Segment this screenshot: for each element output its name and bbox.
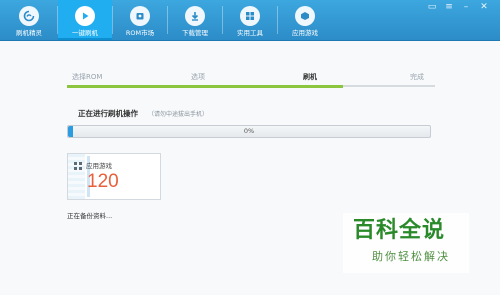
- progress-percent: 0%: [243, 127, 255, 135]
- card-title: 应用游戏: [86, 162, 112, 170]
- tools-grid-icon: [240, 6, 260, 26]
- toolbar-item-utilities[interactable]: 实用工具: [223, 0, 277, 40]
- operation-hint: （请勿中途拔出手机）: [148, 111, 209, 118]
- step-flash: 刷机: [303, 73, 317, 81]
- swirl-logo-icon: [19, 6, 39, 26]
- step-options: 选项: [191, 73, 205, 81]
- watermark-subtitle: 助你轻松解决: [372, 250, 450, 263]
- toolbar-item-brand[interactable]: 刷机精灵: [2, 0, 56, 40]
- store-icon: [130, 6, 150, 26]
- play-icon: [75, 6, 95, 26]
- toolbar-item-apps-games[interactable]: 应用游戏: [278, 0, 332, 40]
- toolbar-item-one-click-flash[interactable]: 一键刷机: [58, 0, 112, 40]
- status-text: 正在备份资料...: [67, 212, 113, 220]
- minimize-icon[interactable]: –: [460, 2, 472, 12]
- download-icon: [185, 6, 205, 26]
- toolbar-item-label: 一键刷机: [72, 29, 98, 37]
- toolbar-item-label: 刷机精灵: [16, 29, 42, 37]
- card-count: 120: [87, 171, 119, 192]
- operation-title: 正在进行刷机操作: [78, 109, 138, 118]
- step-progress-fill: [67, 85, 343, 88]
- grid-icon: [74, 162, 82, 170]
- menu-icon[interactable]: ≡: [443, 2, 455, 12]
- top-toolbar: 刷机精灵 一键刷机 ROM市场 下载管理 实用工具 应用游戏 ▭ ≡ – ✕: [0, 0, 500, 41]
- step-select-rom: 选择ROM: [72, 73, 103, 81]
- step-track: [67, 85, 435, 88]
- toolbar-item-label: 实用工具: [237, 29, 263, 37]
- step-done: 完成: [410, 73, 424, 81]
- toolbar-item-label: 应用游戏: [292, 29, 318, 37]
- app-icon: [295, 6, 315, 26]
- chat-icon[interactable]: ▭: [426, 2, 438, 12]
- toolbar-item-label: 下载管理: [182, 29, 208, 37]
- toolbar-item-rom-market[interactable]: ROM市场: [113, 0, 167, 40]
- card-strip: [68, 154, 85, 199]
- toolbar-item-download-manager[interactable]: 下载管理: [168, 0, 222, 40]
- flash-progress-bar: 0%: [67, 125, 431, 138]
- toolbar-item-label: ROM市场: [125, 29, 155, 37]
- watermark-title: 百科全说: [353, 218, 446, 243]
- close-icon[interactable]: ✕: [478, 2, 490, 12]
